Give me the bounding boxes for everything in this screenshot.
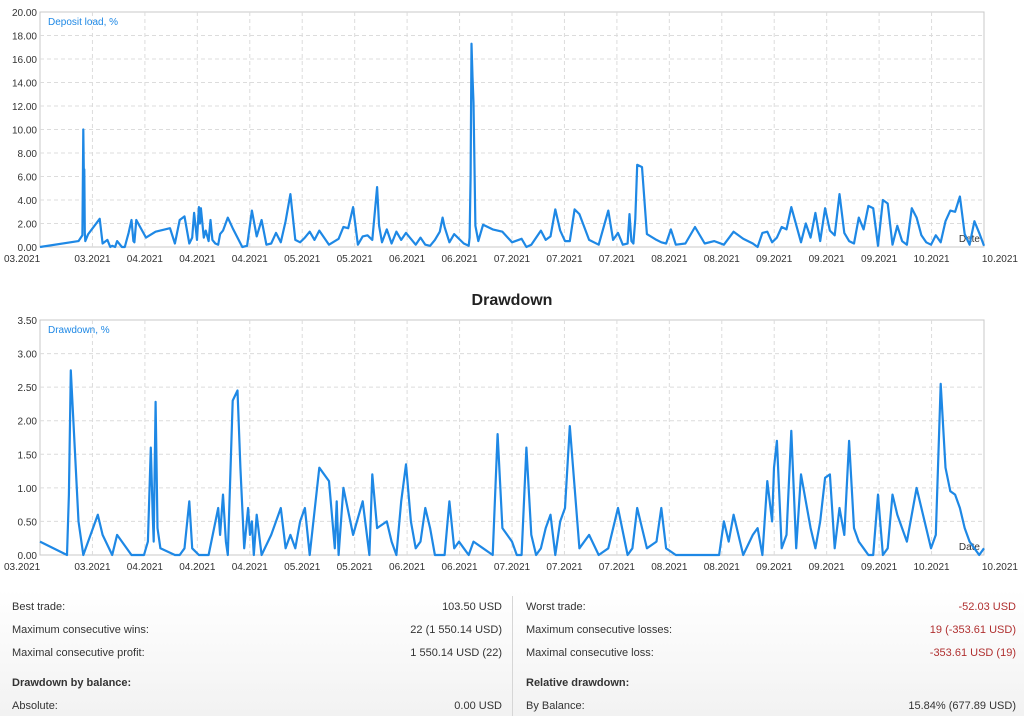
x-tick-label: 09.2021: [861, 254, 898, 265]
stats-label: Best trade:: [12, 601, 66, 613]
y-tick-label: 16.00: [12, 55, 37, 66]
stats-row: By Balance: 15.84% (677.89 USD): [526, 697, 1016, 715]
stats-row: Maximum consecutive losses: 19 (-353.61 U…: [526, 621, 1016, 639]
x-tick-label: 07.2021: [494, 562, 531, 573]
y-tick-label: 1.00: [18, 484, 38, 495]
x-tick-label: 08.2021: [651, 254, 688, 265]
x-tick-label: 03.2021: [4, 254, 41, 265]
y-tick-label: 12.00: [12, 102, 37, 113]
x-tick-label: 06.2021: [441, 562, 478, 573]
x-tick-label: 08.2021: [651, 562, 688, 573]
y-tick-label: 18.00: [12, 32, 37, 43]
x-tick-label: 05.2021: [284, 562, 321, 573]
stats-value: 103.50 USD: [442, 601, 502, 613]
stats-section-heading: Drawdown by balance:: [12, 674, 502, 692]
stats-label: Maximal consecutive profit:: [12, 647, 145, 659]
y-tick-label: 3.50: [18, 316, 38, 327]
stats-value: 19 (-353.61 USD): [929, 624, 1016, 636]
y-tick-label: 6.00: [18, 173, 38, 184]
drawdown-chart: 0.00 0.50 1.00 1.50 2.00 2.50 3.00 3.50 03.2021 0…: [4, 316, 1019, 573]
stats-value: -353.61 USD (19): [929, 647, 1016, 659]
x-tick-label: 08.2021: [704, 254, 741, 265]
x-tick-label: 06.2021: [441, 254, 478, 265]
y-tick-label: 0.00: [18, 551, 38, 562]
y-tick-label: 2.00: [18, 417, 38, 428]
legend-label: Deposit load, %: [48, 17, 118, 28]
x-tick-label: 09.2021: [809, 254, 846, 265]
stats-label: By Balance:: [526, 700, 585, 712]
legend-label: Drawdown, %: [48, 325, 110, 336]
deposit-load-chart: 0.00 2.00 4.00 6.00 8.00 10.00 12.00 14.00 16.00…: [4, 8, 1019, 265]
stats-label: Drawdown by balance:: [12, 677, 132, 689]
x-tick-label: 09.2021: [756, 562, 793, 573]
y-tick-label: 0.50: [18, 517, 38, 528]
x-tick-label: 10.2021: [913, 562, 950, 573]
stats-label: Absolute:: [12, 700, 58, 712]
stats-label: Maximum consecutive wins:: [12, 624, 149, 636]
stats-row: Maximal consecutive loss: -353.61 USD (19…: [526, 644, 1016, 662]
stats-label: Maximal consecutive loss:: [526, 647, 654, 659]
stats-divider: [512, 596, 513, 716]
stats-label: Relative drawdown:: [526, 677, 630, 689]
x-tick-label: 07.2021: [546, 562, 583, 573]
y-tick-label: 2.50: [18, 383, 38, 394]
x-tick-label: 10.2021: [913, 254, 950, 265]
x-tick-label: 07.2021: [599, 254, 636, 265]
x-tick-label: 03.2021: [4, 562, 41, 573]
stats-label: Worst trade:: [526, 601, 586, 613]
x-tick-label: 04.2021: [232, 562, 269, 573]
y-tick-label: 0.00: [18, 243, 38, 254]
stats-row: Best trade: 103.50 USD: [12, 598, 502, 616]
stats-value: 22 (1 550.14 USD): [410, 624, 502, 636]
stats-value: 1 550.14 USD (22): [410, 647, 502, 659]
y-tick-label: 8.00: [18, 149, 38, 160]
y-tick-label: 10.00: [12, 126, 37, 137]
stats-value: 0.00 USD: [454, 700, 502, 712]
x-tick-label: 04.2021: [127, 562, 164, 573]
stats-row: Worst trade: -52.03 USD: [526, 598, 1016, 616]
x-tick-label: 09.2021: [756, 254, 793, 265]
stats-value: -52.03 USD: [958, 601, 1016, 613]
x-tick-label: 06.2021: [389, 254, 426, 265]
x-tick-label: 09.2021: [809, 562, 846, 573]
statistics-panel: Best trade: 103.50 USD Maximum consecutive…: [0, 590, 1024, 716]
x-tick-label: 07.2021: [494, 254, 531, 265]
y-tick-label: 1.50: [18, 450, 38, 461]
stats-row: Maximal consecutive profit: 1 550.14 USD …: [12, 644, 502, 662]
y-tick-label: 4.00: [18, 196, 38, 207]
x-tick-label: 06.2021: [389, 562, 426, 573]
stats-value: 15.84% (677.89 USD): [908, 700, 1016, 712]
x-tick-label: 09.2021: [861, 562, 898, 573]
stats-section-heading: Relative drawdown:: [526, 674, 1016, 692]
x-tick-label: 07.2021: [546, 254, 583, 265]
y-tick-label: 20.00: [12, 8, 37, 19]
x-tick-label: 05.2021: [337, 254, 374, 265]
x-tick-label: 07.2021: [599, 562, 636, 573]
y-tick-label: 3.00: [18, 350, 38, 361]
x-tick-label: 04.2021: [179, 254, 216, 265]
x-tick-label: 04.2021: [127, 254, 164, 265]
y-tick-label: 2.00: [18, 220, 38, 231]
x-tick-label: 05.2021: [284, 254, 321, 265]
stats-label: Maximum consecutive losses:: [526, 624, 673, 636]
x-tick-label: 04.2021: [232, 254, 269, 265]
x-tick-label: 03.2021: [74, 562, 111, 573]
x-tick-label: 04.2021: [179, 562, 216, 573]
y-tick-label: 14.00: [12, 79, 37, 90]
x-tick-label: 10.2021: [982, 254, 1019, 265]
x-tick-label: 03.2021: [74, 254, 111, 265]
x-tick-label: 10.2021: [982, 562, 1019, 573]
x-tick-label: 05.2021: [337, 562, 374, 573]
stats-row: Maximum consecutive wins: 22 (1 550.14 US…: [12, 621, 502, 639]
x-tick-label: 08.2021: [704, 562, 741, 573]
stats-row: Absolute: 0.00 USD: [12, 697, 502, 715]
